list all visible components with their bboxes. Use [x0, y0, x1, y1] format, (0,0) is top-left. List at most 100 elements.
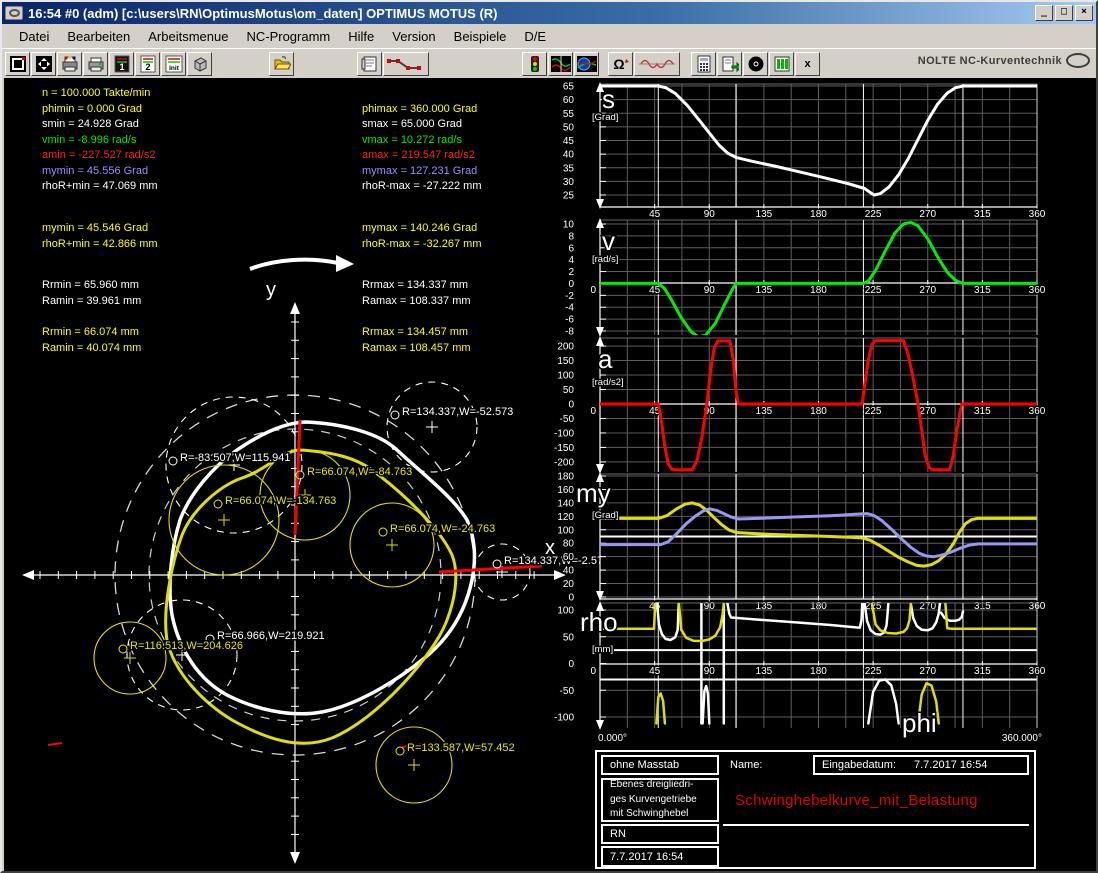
x-tick-label: 90 — [704, 285, 716, 296]
table-green-icon[interactable] — [769, 52, 794, 76]
menu-item-beispiele[interactable]: Beispiele — [445, 26, 516, 47]
x-tick-label: 225 — [865, 666, 882, 677]
y-tick-label: 40 — [563, 566, 575, 577]
input-date-cell: Eingabedatum: 7.7.2017 16:54 — [813, 755, 1029, 775]
param-line: n = 100.000 Takte/min — [42, 87, 150, 99]
calculator-icon[interactable] — [691, 52, 716, 76]
date-text: 7.7.2017 16:54 — [610, 851, 683, 863]
circle-center-mark — [218, 514, 230, 526]
omega-icon[interactable]: Ω — [608, 52, 633, 76]
menu-item-version[interactable]: Version — [383, 26, 444, 47]
radius-label: R=134.337,W=-52.573 — [402, 406, 513, 418]
description-line: Ebenes dreigliedri- — [610, 778, 693, 793]
print-glyph — [87, 55, 105, 73]
rotation-arrow-head-icon — [336, 255, 354, 272]
cube-glyph — [191, 55, 209, 73]
traffic-light-icon[interactable] — [522, 52, 547, 76]
cube-icon[interactable] — [187, 52, 212, 76]
menu-item-bearbeiten[interactable]: Bearbeiten — [58, 26, 139, 47]
param-line: rhoR+min = 42.866 mm — [42, 238, 158, 250]
x-tick-label: 90 — [704, 666, 716, 677]
vendor-logo-text: NOLTE NC-Kurventechnik — [918, 55, 1062, 67]
fit-view-icon[interactable] — [31, 52, 56, 76]
x-tick-label-zero: 0 — [590, 666, 596, 677]
y-tick-label: -200 — [554, 457, 574, 468]
init-glyph: Init — [165, 55, 183, 73]
y-tick-label: 35 — [563, 163, 575, 174]
y-tick-label: 120 — [557, 512, 574, 523]
param-line: amax = 219.547 rad/s2 — [362, 149, 475, 161]
title-block: ohne Masstab Ebenes dreigliedri- ges Kur… — [595, 750, 1036, 869]
scale-text: ohne Masstab — [610, 759, 679, 771]
app-icon[interactable] — [5, 6, 23, 20]
red-curve-glyph — [637, 55, 677, 73]
print-color-glyph — [61, 55, 79, 73]
rho-curve — [728, 604, 863, 628]
table-green-glyph — [773, 55, 791, 73]
x-tick-label: 90 — [704, 209, 716, 220]
app-window: 16:54 #0 (adm) [c:\users\RN\OptimusMotus… — [0, 0, 1098, 873]
scale-cell: ohne Masstab — [601, 755, 719, 775]
print-color-icon[interactable] — [57, 52, 82, 76]
x-tick-label: 225 — [865, 285, 882, 296]
omega-glyph: Ω — [611, 55, 631, 73]
y-tick-label: 30 — [563, 177, 575, 188]
print-icon[interactable] — [83, 52, 108, 76]
menu-item-arbeitsmenue[interactable]: Arbeitsmenue — [139, 26, 237, 47]
y-tick-label: 180 — [557, 472, 574, 483]
param-line: Rrmin = 66.074 mm — [42, 326, 139, 338]
label-marker-icon — [396, 747, 404, 755]
red-curve-icon[interactable] — [634, 52, 680, 76]
init-icon[interactable]: Init — [161, 52, 186, 76]
cam-diagram-blue-icon[interactable] — [574, 52, 599, 76]
motion-segments-icon[interactable] — [383, 52, 429, 76]
close-x-icon[interactable]: x — [795, 52, 820, 76]
param-line: rhoR+min = 47.069 mm — [42, 180, 158, 192]
input-date-value: 7.7.2017 16:54 — [914, 759, 987, 771]
menu-item-hilfe[interactable]: Hilfe — [339, 26, 383, 47]
cam-diagram-blue-glyph — [577, 55, 597, 73]
x-tick-label: 360 — [1029, 209, 1046, 220]
x-tick-label: 180 — [810, 209, 827, 220]
y-tick-label: -4 — [565, 303, 574, 314]
page-1-glyph: 1 — [113, 55, 131, 73]
param-line: mymin = 45.556 Grad — [42, 165, 148, 177]
menu-item-d-e[interactable]: D/E — [515, 26, 555, 47]
author-text: RN — [610, 828, 626, 840]
y-tick-label: 60 — [563, 95, 575, 106]
window-frame-icon[interactable] — [5, 52, 30, 76]
y-axis-arrow-up-icon — [290, 302, 300, 314]
close-button[interactable]: × — [1075, 5, 1093, 21]
plot-name-rho: rho — [580, 607, 618, 637]
menu-item-nc-programm[interactable]: NC-Programm — [237, 26, 339, 47]
param-line: phimin = 0.000 Grad — [42, 103, 142, 115]
page-1-icon[interactable]: 1 — [109, 52, 134, 76]
open-folder-icon[interactable] — [269, 52, 294, 76]
page-2-icon[interactable]: 2 — [135, 52, 160, 76]
x-tick-label-zero: 0 — [590, 406, 596, 417]
name-label: Name: — [730, 759, 762, 771]
param-line: Ramax = 108.337 mm — [362, 295, 471, 307]
x-tick-label: 45 — [649, 285, 661, 296]
label-marker-icon — [169, 457, 177, 465]
notepad-icon[interactable] — [357, 52, 382, 76]
cam-profile-yellow — [166, 450, 456, 743]
param-line: Rrmin = 65.960 mm — [42, 279, 139, 291]
y-tick-label: 80 — [563, 539, 575, 550]
cam-disc-icon[interactable] — [743, 52, 768, 76]
export-icon[interactable] — [717, 52, 742, 76]
maximize-button[interactable]: □ — [1055, 5, 1073, 21]
radius-label: R=66.074,W=-24.763 — [390, 523, 495, 535]
plot-unit-rho: [mm] — [592, 644, 613, 655]
minimize-button[interactable]: _ — [1035, 5, 1053, 21]
label-marker-icon — [119, 645, 127, 653]
plot-name-my: my — [576, 478, 611, 508]
x-tick-label: 360 — [1029, 285, 1046, 296]
page-2-glyph: 2 — [139, 55, 157, 73]
menu-item-datei[interactable]: Datei — [10, 26, 58, 47]
drawing-title: Schwinghebelkurve_mit_Belastung — [735, 792, 978, 809]
x-tick-label: 360 — [1029, 666, 1046, 677]
svg-text:1: 1 — [119, 62, 124, 72]
cam-diagram-icon[interactable] — [548, 52, 573, 76]
plot-name-s: s — [602, 84, 615, 114]
